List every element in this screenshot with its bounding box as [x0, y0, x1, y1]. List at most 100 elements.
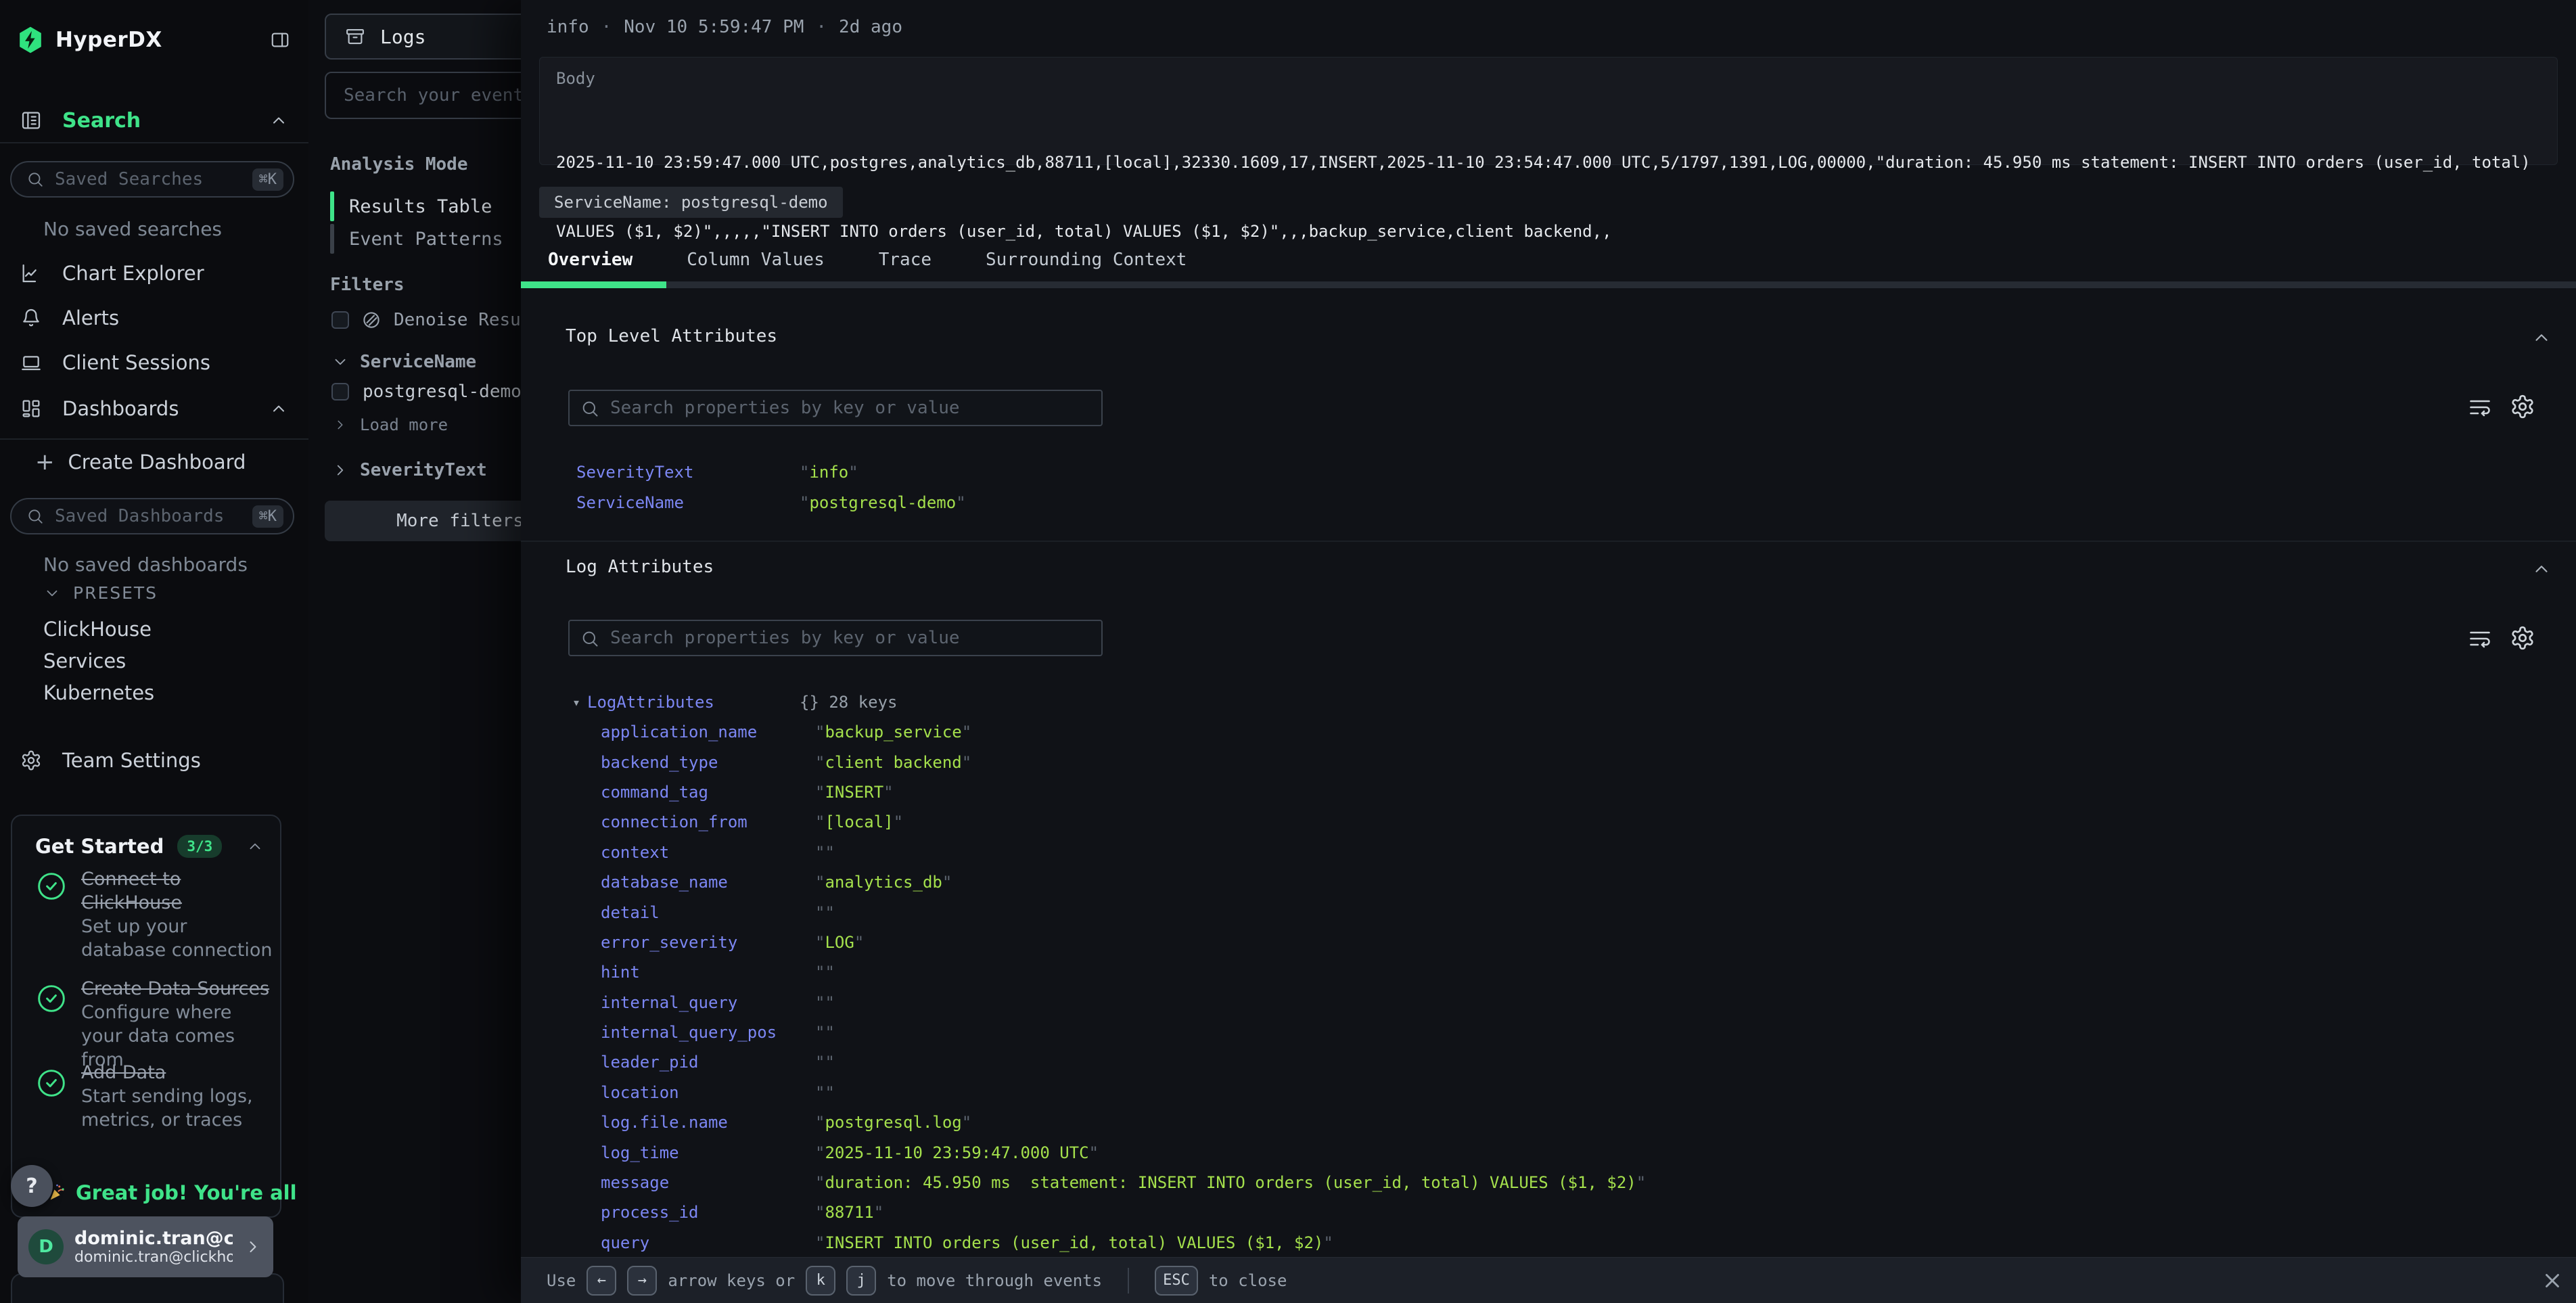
attribute-value[interactable]: "backup_service"	[815, 723, 971, 741]
filter-value-postgresql-demo[interactable]: postgresql-demo	[331, 382, 521, 402]
attribute-key[interactable]: internal_query	[601, 993, 815, 1012]
attribute-key[interactable]: context	[601, 843, 815, 862]
attribute-key[interactable]: backend_type	[601, 753, 815, 772]
attribute-key[interactable]: location	[601, 1083, 815, 1102]
quote: "	[962, 1113, 971, 1132]
presets-toggle[interactable]: PRESETS	[43, 583, 158, 603]
tab-overview[interactable]: Overview	[521, 238, 660, 281]
sidebar-item-chart-explorer[interactable]: Chart Explorer	[0, 254, 308, 293]
checkbox[interactable]	[331, 311, 349, 329]
attribute-key[interactable]: connection_from	[601, 813, 815, 831]
attribute-value[interactable]: ""	[815, 1053, 835, 1072]
attribute-key[interactable]: leader_pid	[601, 1053, 815, 1072]
attribute-key[interactable]: hint	[601, 963, 815, 982]
section-title-top-level: Top Level Attributes	[566, 325, 777, 348]
checkbox[interactable]	[331, 383, 349, 401]
close-icon[interactable]	[2541, 1269, 2564, 1292]
wrap-lines-icon[interactable]	[2468, 626, 2492, 651]
attribute-key[interactable]: application_name	[601, 723, 815, 741]
quote: "	[825, 1083, 834, 1102]
more-filters-button[interactable]: More filters	[325, 501, 521, 541]
attribute-value[interactable]: ""	[815, 1023, 835, 1042]
saved-dashboards-input[interactable]: Saved Dashboards ⌘K	[10, 498, 294, 534]
chevron-up-icon[interactable]	[269, 399, 288, 418]
attribute-value[interactable]: ""	[815, 903, 835, 922]
attribute-key[interactable]: LogAttributes	[587, 693, 800, 712]
attribute-key[interactable]: message	[601, 1173, 815, 1192]
get-started-header[interactable]: Get Started 3/3	[35, 835, 264, 858]
attribute-value[interactable]: "88711"	[815, 1203, 883, 1222]
get-started-item[interactable]: Add DataStart sending logs, metrics, or …	[37, 1061, 277, 1132]
sidebar-collapse-icon[interactable]	[269, 30, 291, 50]
attribute-value[interactable]: ""	[815, 1083, 835, 1102]
attribute-value[interactable]: "info"	[800, 463, 858, 482]
attribute-value[interactable]: "postgresql-demo"	[800, 493, 966, 512]
gear-icon[interactable]	[2510, 394, 2535, 419]
top-level-search-input[interactable]	[568, 390, 1103, 426]
help-button[interactable]: ?	[11, 1165, 53, 1207]
tab-surrounding-context[interactable]: Surrounding Context	[959, 238, 1214, 281]
preset-item-kubernetes[interactable]: Kubernetes	[43, 677, 154, 708]
sidebar-item-client-sessions[interactable]: Client Sessions	[0, 343, 308, 382]
tab-trace[interactable]: Trace	[852, 238, 959, 281]
denoise-results-toggle[interactable]: Denoise Results	[331, 310, 521, 330]
attribute-value[interactable]: "INSERT INTO orders (user_id, total) VAL…	[815, 1233, 1333, 1252]
check-circle-icon	[37, 1068, 66, 1132]
sidebar-item-alerts[interactable]: Alerts	[0, 298, 308, 338]
attribute-value[interactable]: "postgresql.log"	[815, 1113, 971, 1132]
attribute-key[interactable]: ServiceName	[576, 493, 800, 512]
tab-column-values[interactable]: Column Values	[660, 238, 852, 281]
section-divider	[521, 541, 2576, 542]
wrap-lines-icon[interactable]	[2468, 395, 2492, 419]
attribute-value[interactable]: "analytics_db"	[815, 873, 952, 892]
attribute-key[interactable]: log_time	[601, 1143, 815, 1162]
attribute-key[interactable]: internal_query_pos	[601, 1023, 815, 1042]
attribute-key[interactable]: command_tag	[601, 783, 815, 802]
get-started-item[interactable]: Connect to ClickHouseSet up your databas…	[37, 867, 277, 962]
attribute-value[interactable]: ""	[815, 993, 835, 1012]
attribute-value[interactable]: "LOG"	[815, 933, 864, 952]
filter-group-severitytext[interactable]: SeverityText	[331, 460, 487, 480]
collapse-section-icon[interactable]	[2531, 559, 2552, 579]
sidebar-item-team-settings[interactable]: Team Settings	[0, 741, 308, 780]
kbd-j: j	[846, 1266, 876, 1296]
attribute-value[interactable]: ""	[815, 843, 835, 862]
attribute-key[interactable]: process_id	[601, 1203, 815, 1222]
create-dashboard-button[interactable]: + Create Dashboard	[0, 442, 308, 482]
preset-item-clickhouse[interactable]: ClickHouse	[43, 613, 154, 645]
shortcut-badge: ⌘K	[252, 168, 284, 191]
chevron-up-icon[interactable]	[246, 838, 264, 855]
attribute-value[interactable]: ""	[815, 963, 835, 982]
attribute-key[interactable]: query	[601, 1233, 815, 1252]
saved-searches-input[interactable]: Saved Searches ⌘K	[10, 161, 294, 198]
sidebar-item-dashboards[interactable]: Dashboards	[0, 389, 308, 428]
filter-group-servicename[interactable]: ServiceName	[331, 352, 476, 372]
get-started-item[interactable]: Create Data SourcesConfigure where your …	[37, 977, 277, 1072]
log-attributes-search-input[interactable]	[568, 620, 1103, 656]
attribute-value[interactable]: "client backend"	[815, 753, 971, 772]
user-menu[interactable]: D dominic.tran@clic... dominic.tran@clic…	[18, 1216, 273, 1277]
servicename-tag[interactable]: ServiceName: postgresql-demo	[539, 187, 843, 218]
source-select-logs[interactable]: Logs	[325, 14, 521, 60]
attribute-key[interactable]: log.file.name	[601, 1113, 815, 1132]
log-attributes-root-row[interactable]: ▾ LogAttributes {} 28 keys	[521, 687, 2576, 717]
analysis-mode-results-table[interactable]: Results Table	[330, 190, 503, 223]
attribute-value[interactable]: "[local]"	[815, 813, 903, 831]
partial-card	[11, 1273, 284, 1303]
attribute-key[interactable]: detail	[601, 903, 815, 922]
collapse-section-icon[interactable]	[2531, 327, 2552, 348]
attribute-key[interactable]: SeverityText	[576, 463, 800, 482]
attribute-key[interactable]: error_severity	[601, 933, 815, 952]
gear-icon[interactable]	[2510, 625, 2535, 651]
chevron-up-icon[interactable]	[269, 111, 288, 130]
preset-item-services[interactable]: Services	[43, 645, 154, 677]
sidebar-item-search[interactable]: Search	[0, 101, 308, 140]
analysis-mode-event-patterns[interactable]: Event Patterns	[330, 223, 503, 255]
attribute-value[interactable]: "2025-11-10 23:59:47.000 UTC"	[815, 1143, 1099, 1162]
attribute-value[interactable]: "duration: 45.950 ms statement: INSERT I…	[815, 1173, 1646, 1192]
attribute-key[interactable]: database_name	[601, 873, 815, 892]
attribute-value[interactable]: "INSERT"	[815, 783, 894, 802]
event-search-input[interactable]	[325, 72, 521, 119]
tree-collapse-icon[interactable]: ▾	[572, 694, 587, 710]
load-more-button[interactable]: Load more	[333, 415, 448, 434]
